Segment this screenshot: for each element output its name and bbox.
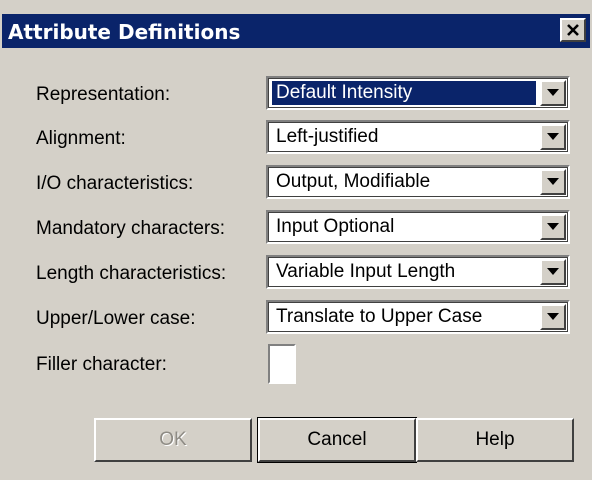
- filler-character-input[interactable]: [268, 344, 296, 384]
- title-bar: Attribute Definitions: [2, 14, 590, 48]
- filler-character-label: Filler character:: [36, 354, 167, 375]
- upper-lower-case-dropdown-button[interactable]: [540, 304, 566, 330]
- close-icon: [567, 24, 579, 36]
- chevron-down-icon: [547, 268, 559, 275]
- chevron-down-icon: [547, 178, 559, 185]
- io-characteristics-dropdown-button[interactable]: [540, 169, 566, 195]
- alignment-dropdown-button[interactable]: [540, 124, 566, 150]
- upper-lower-case-select[interactable]: Translate to Upper Case: [266, 300, 570, 334]
- mandatory-characters-select[interactable]: Input Optional: [266, 210, 570, 244]
- representation-dropdown-button[interactable]: [540, 80, 566, 106]
- representation-label: Representation:: [36, 84, 171, 105]
- chevron-down-icon: [547, 223, 559, 230]
- chevron-down-icon: [547, 313, 559, 320]
- alignment-value: Left-justified: [276, 126, 379, 147]
- length-characteristics-dropdown-button[interactable]: [540, 259, 566, 285]
- close-button[interactable]: [560, 18, 586, 42]
- length-characteristics-label: Length characteristics:: [36, 263, 227, 284]
- chevron-down-icon: [547, 133, 559, 140]
- ok-button[interactable]: OK: [94, 418, 252, 462]
- io-characteristics-label: I/O characteristics:: [36, 173, 194, 194]
- mandatory-characters-label: Mandatory characters:: [36, 218, 226, 239]
- upper-lower-case-value: Translate to Upper Case: [276, 306, 483, 327]
- mandatory-characters-value: Input Optional: [276, 216, 395, 237]
- alignment-select[interactable]: Left-justified: [266, 120, 570, 154]
- upper-lower-case-label: Upper/Lower case:: [36, 308, 196, 329]
- help-button[interactable]: Help: [416, 418, 574, 462]
- io-characteristics-select[interactable]: Output, Modifiable: [266, 165, 570, 199]
- chevron-down-icon: [547, 89, 559, 96]
- io-characteristics-value: Output, Modifiable: [276, 171, 431, 192]
- representation-select[interactable]: Default Intensity: [266, 76, 570, 110]
- length-characteristics-value: Variable Input Length: [276, 261, 456, 282]
- alignment-label: Alignment:: [36, 128, 126, 149]
- window-title: Attribute Definitions: [8, 20, 241, 44]
- mandatory-characters-dropdown-button[interactable]: [540, 214, 566, 240]
- length-characteristics-select[interactable]: Variable Input Length: [266, 255, 570, 289]
- attribute-definitions-dialog: Attribute Definitions Representation: De…: [0, 0, 592, 480]
- cancel-button[interactable]: Cancel: [257, 417, 417, 463]
- representation-value: Default Intensity: [272, 81, 536, 105]
